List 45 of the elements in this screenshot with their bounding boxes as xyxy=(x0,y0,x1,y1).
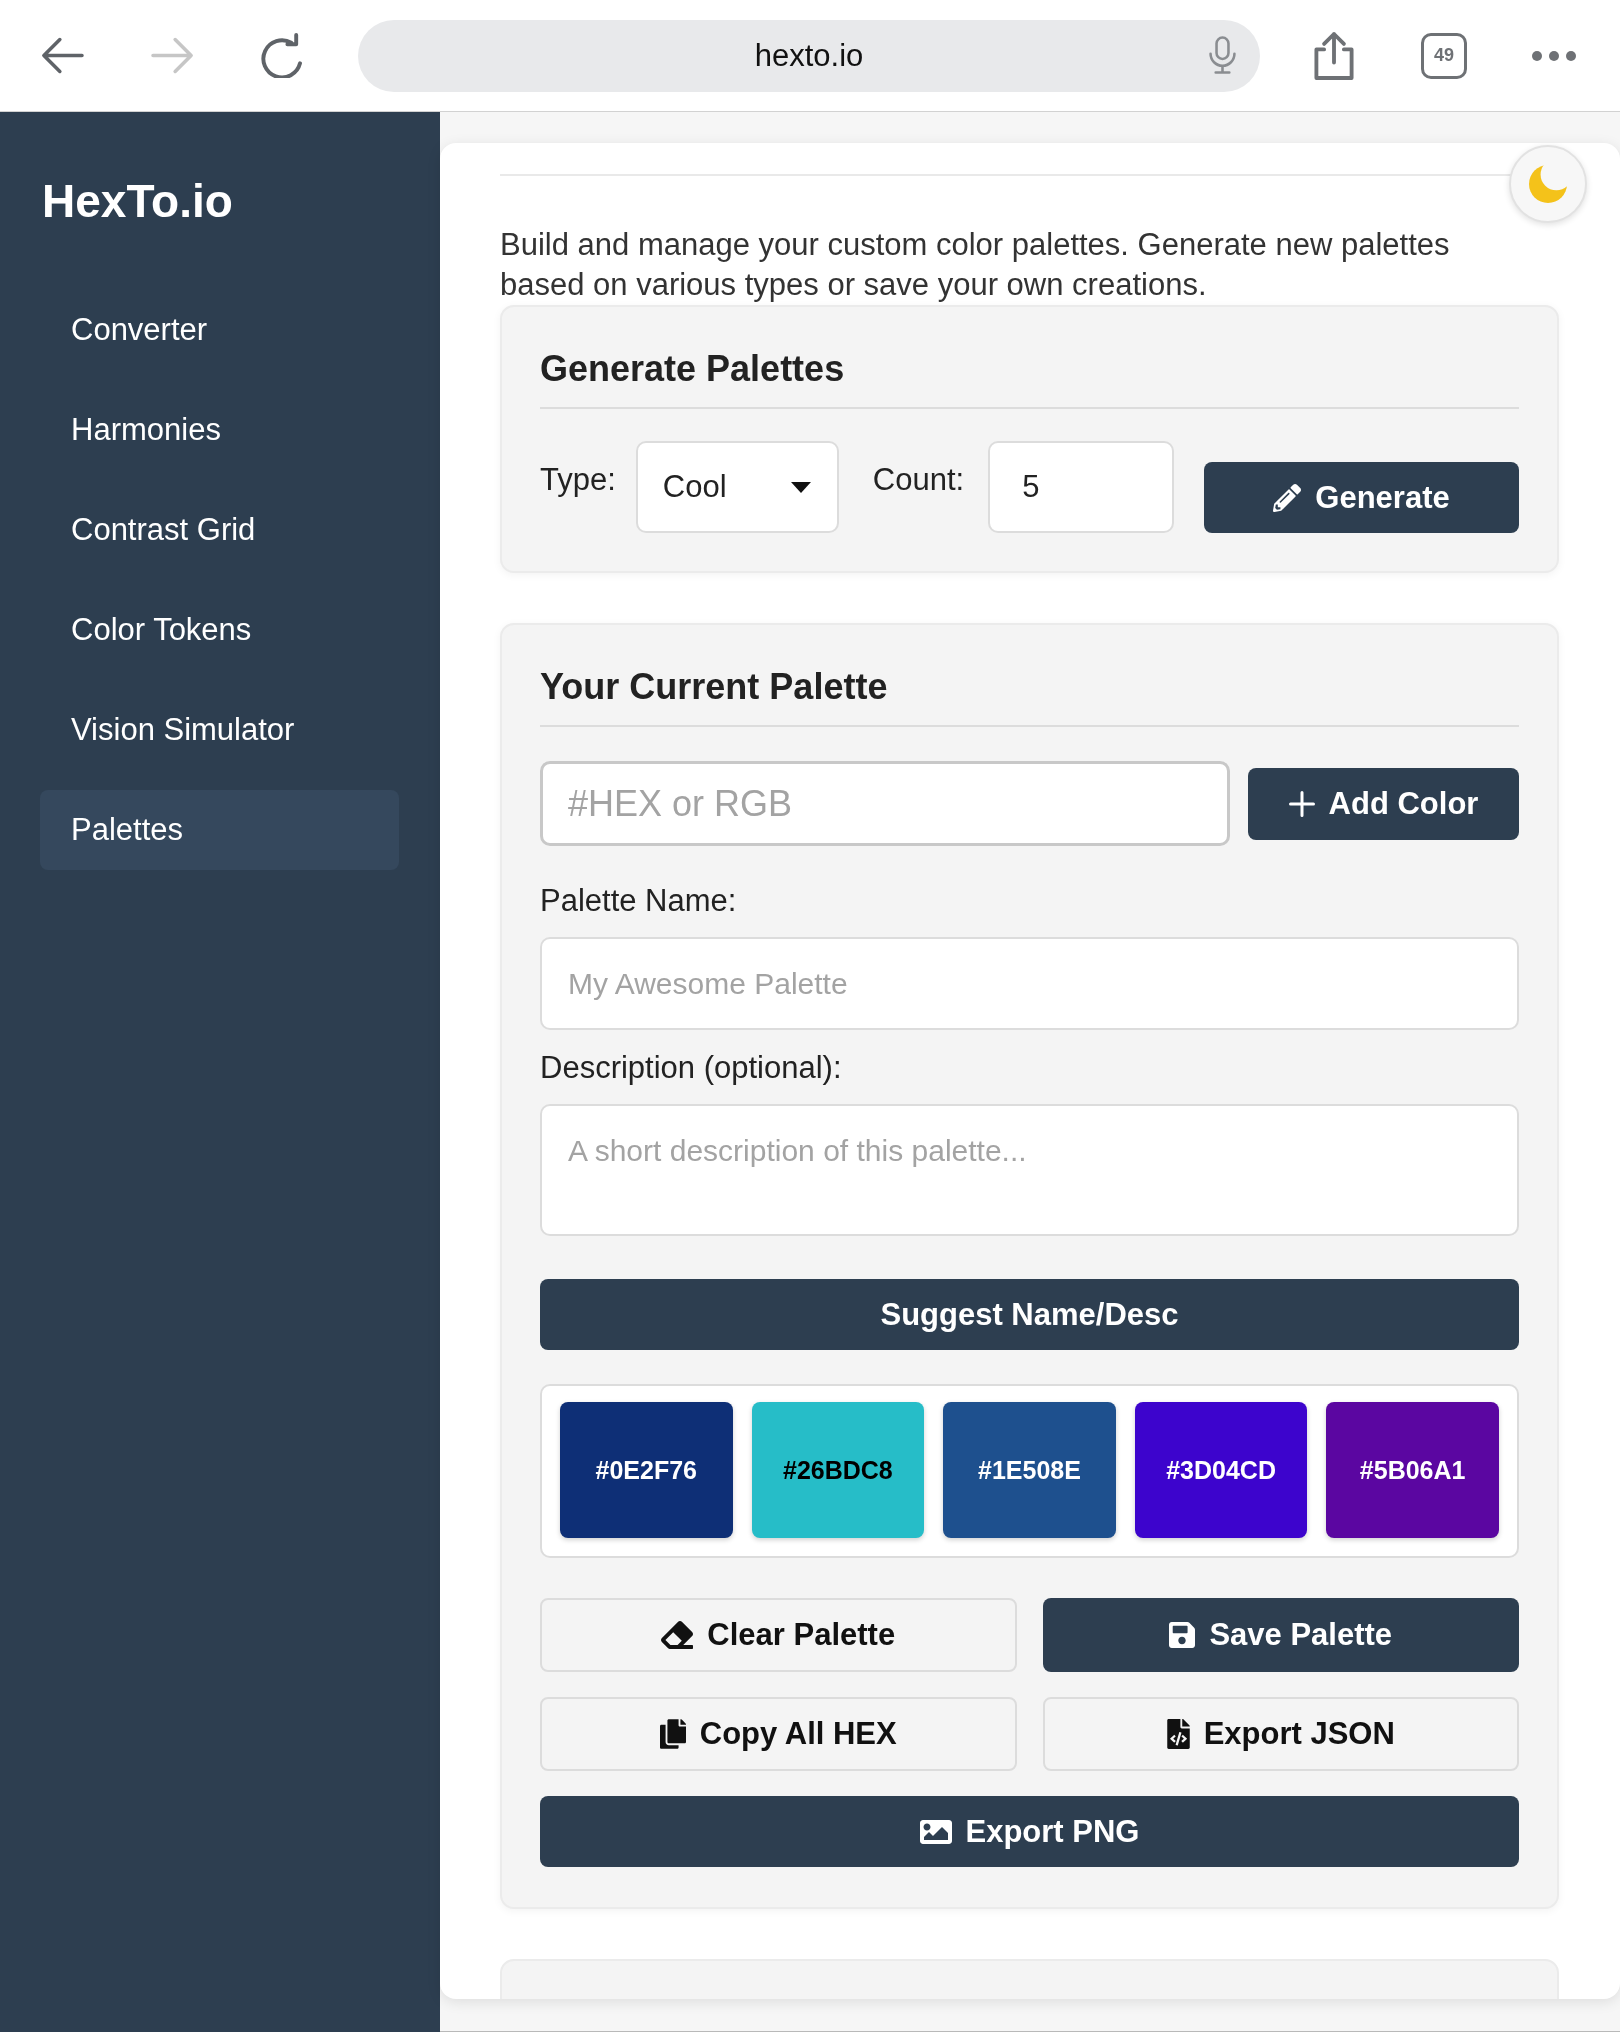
count-label: Count: xyxy=(872,461,965,499)
caret-icon xyxy=(790,481,811,493)
site-logo: HexTo.io xyxy=(42,174,234,229)
count-field[interactable]: 5 xyxy=(988,441,1175,533)
eraser-icon xyxy=(661,1619,694,1651)
action-button[interactable]: Save Palette xyxy=(1042,1598,1519,1672)
add-color-button[interactable]: Add Color xyxy=(1248,767,1519,840)
generate-button[interactable]: Generate xyxy=(1204,462,1519,533)
description-label: Description (optional): xyxy=(540,1049,843,1087)
palette-name-field[interactable]: My Awesome Palette xyxy=(540,937,1519,1030)
card-title: Your Current Palette xyxy=(540,663,1519,727)
action-button[interactable]: Export JSON xyxy=(1042,1697,1519,1771)
crescent-moon-icon xyxy=(1529,165,1567,203)
copy-icon xyxy=(659,1719,686,1749)
back-arrow-icon[interactable] xyxy=(39,36,86,75)
color-swatch[interactable]: #3D04CD xyxy=(1134,1402,1308,1538)
palette-name-label: Palette Name: xyxy=(540,882,738,920)
color-swatch[interactable]: #5B06A1 xyxy=(1326,1402,1499,1538)
color-input-field[interactable]: #HEX or RGB xyxy=(540,761,1230,846)
pencil-icon xyxy=(1273,483,1302,512)
color-swatch[interactable]: #26BDC8 xyxy=(751,1402,925,1538)
sidebar-item[interactable]: Color Tokens xyxy=(40,590,399,670)
suggest-button[interactable]: Suggest Name/Desc xyxy=(540,1279,1519,1350)
sidebar-item[interactable]: Converter xyxy=(40,290,399,370)
sidebar-item[interactable]: Harmonies xyxy=(40,390,399,470)
action-button[interactable]: Copy All HEX xyxy=(540,1697,1017,1771)
type-select[interactable]: Cool xyxy=(635,441,839,533)
more-options-icon[interactable] xyxy=(1532,50,1576,61)
type-label: Type: xyxy=(540,461,616,499)
color-swatch[interactable]: #1E508E xyxy=(943,1402,1116,1538)
tab-count-button[interactable]: 49 xyxy=(1421,32,1467,79)
sidebar-item[interactable]: Palettes xyxy=(40,790,399,870)
plus-icon xyxy=(1288,790,1315,817)
intro-text: Build and manage your custom color palettes. Generate new palettes based on various types or save your own creations. xyxy=(500,226,1451,304)
action-button[interactable]: Export PNG xyxy=(540,1796,1519,1867)
file-code-icon xyxy=(1166,1719,1190,1749)
sidebar-item[interactable]: Contrast Grid xyxy=(40,490,399,570)
theme-toggle-button[interactable] xyxy=(1509,145,1587,223)
description-field[interactable]: A short description of this palette... xyxy=(540,1104,1519,1236)
microphone-icon[interactable] xyxy=(1208,34,1237,76)
sidebar-item[interactable]: Vision Simulator xyxy=(40,690,399,770)
color-swatch[interactable]: #0E2F76 xyxy=(560,1402,733,1538)
address-bar[interactable]: hexto.io xyxy=(358,19,1260,92)
action-button[interactable]: Clear Palette xyxy=(540,1598,1017,1672)
card-title: Generate Palettes xyxy=(540,345,1519,409)
